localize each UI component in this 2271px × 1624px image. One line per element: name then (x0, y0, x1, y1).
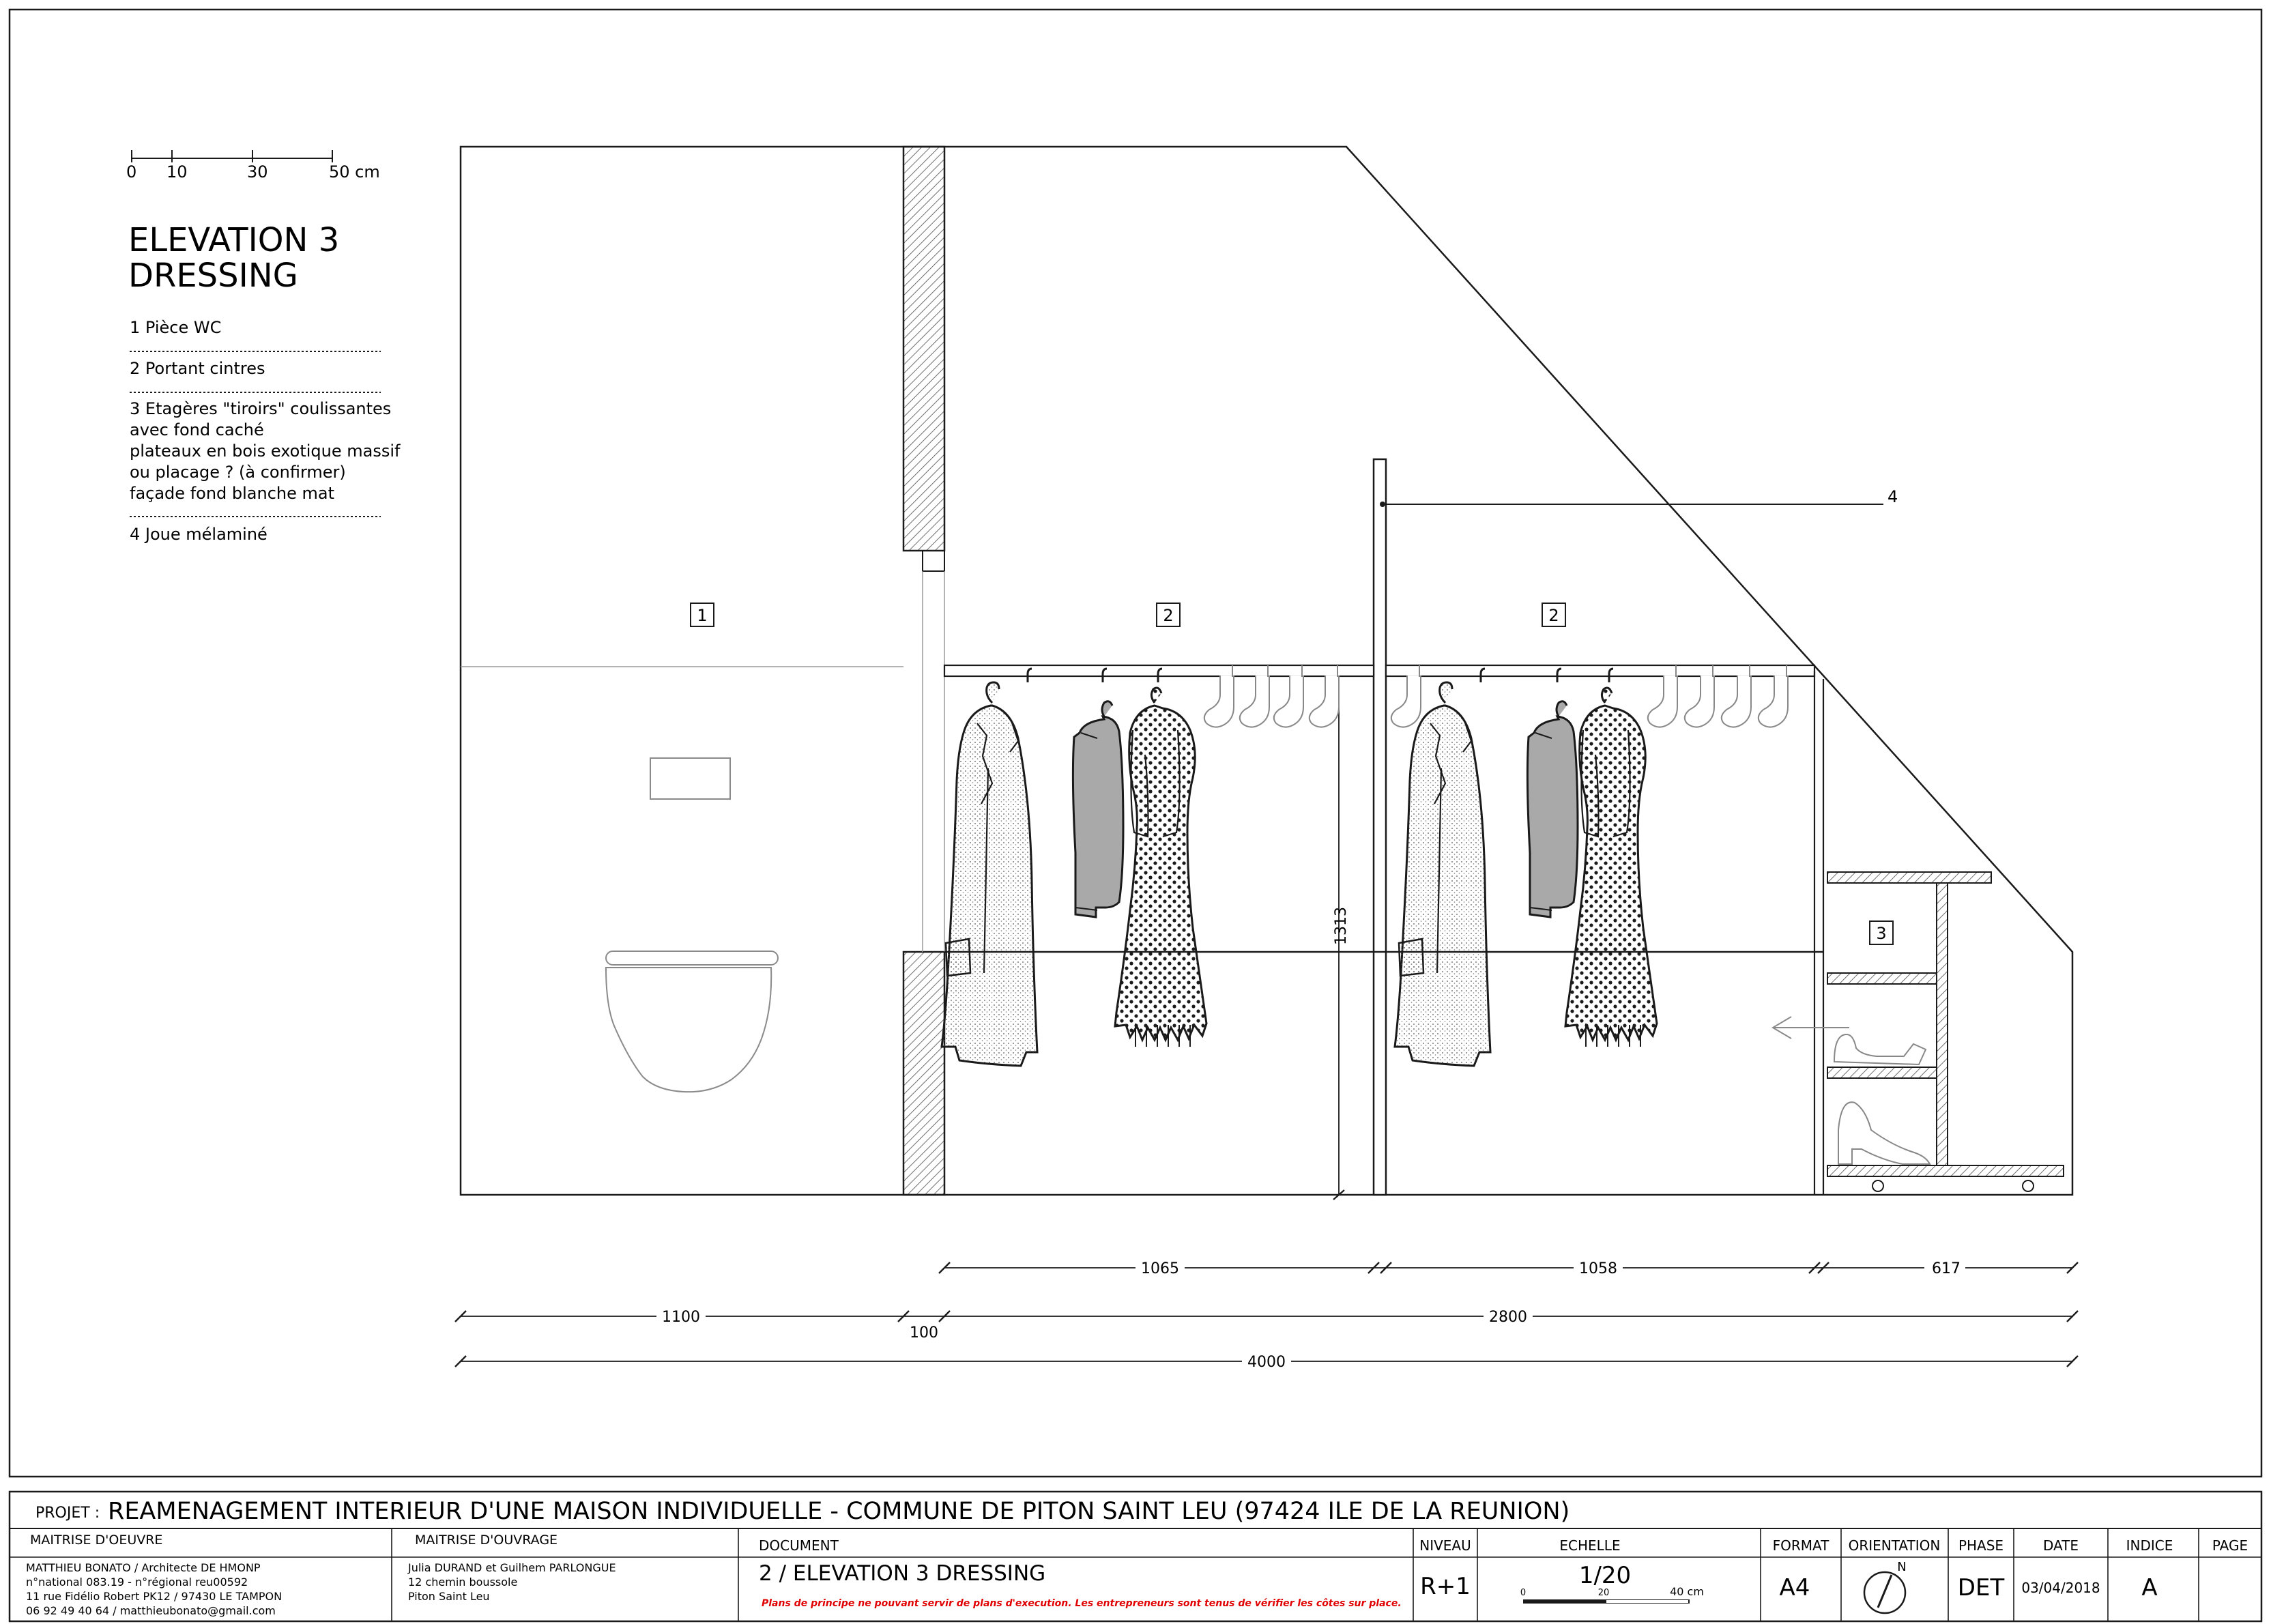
echelle-tick-20: 20 (1598, 1588, 1610, 1598)
legend-item-3-line5: façade fond blanche mat (130, 484, 334, 503)
toilet-bowl-icon (605, 951, 779, 1093)
north-arrow-icon: N (1863, 1560, 1907, 1614)
echelle-tick-40: 40 cm (1670, 1585, 1704, 1598)
moe-label: MAITRISE D'OEUVRE (30, 1533, 162, 1548)
dimension-617: 617 (1932, 1260, 1961, 1277)
dimension-100: 100 (910, 1324, 938, 1342)
scale-tick-30: 30 (247, 162, 268, 182)
legend-item-3-line3: plateaux en bois exotique massif (130, 441, 401, 461)
indice-value: A (2141, 1574, 2157, 1601)
projet-label: PROJET : (35, 1505, 100, 1522)
legend: ELEVATION 3 DRESSING 1 Pièce WC 2 Portan… (128, 221, 401, 544)
niveau-value: R+1 (1420, 1573, 1471, 1600)
echelle-value: 1/20 (1579, 1562, 1631, 1589)
scale-bar: 0 10 30 50 cm (126, 150, 380, 182)
indice-label: INDICE (2126, 1537, 2173, 1554)
legend-item-1: 1 Pièce WC (130, 318, 221, 337)
phase-label: PHASE (1958, 1537, 2004, 1554)
date-value: 03/04/2018 (2021, 1580, 2100, 1596)
format-label: FORMAT (1773, 1537, 1830, 1554)
format-value: A4 (1780, 1574, 1810, 1601)
scale-tick-10: 10 (167, 162, 188, 182)
clothes-right (1390, 665, 1789, 1067)
mo-line2: 12 chemin boussole (408, 1576, 517, 1589)
elevation-drawing: 1313 1 2 2 3 4 (459, 145, 2074, 1200)
legend-item-2: 2 Portant cintres (130, 359, 265, 378)
moe-line2: n°national 083.19 - n°régional reu00592 (26, 1576, 248, 1589)
dimension-1065: 1065 (1141, 1260, 1179, 1277)
orientation-label: ORIENTATION (1849, 1537, 1941, 1554)
dimension-1058: 1058 (1579, 1260, 1617, 1277)
north-label: N (1897, 1560, 1906, 1574)
slide-direction-arrow-icon (1771, 1016, 1849, 1039)
moe-line1: MATTHIEU BONATO / Architecte DE HMONP (26, 1561, 261, 1574)
echelle-label: ECHELLE (1559, 1537, 1620, 1554)
dimension-1100: 1100 (662, 1309, 700, 1326)
moe-line4: 06 92 49 40 64 / matthieubonato@gmail.co… (26, 1604, 276, 1617)
moe-line3: 11 rue Fidélio Robert PK12 / 97430 LE TA… (26, 1590, 282, 1603)
echelle-tick-0: 0 (1520, 1588, 1526, 1598)
legend-item-4: 4 Joue mélaminé (130, 525, 267, 544)
dimension-labels: 1065 1058 617 1100 100 2800 4000 (656, 1258, 1965, 1371)
document-title: 2 / ELEVATION 3 DRESSING (759, 1561, 1045, 1586)
partition-wall-lower (902, 951, 946, 1196)
mo-label: MAITRISE D'OUVRAGE (415, 1533, 558, 1548)
dimension-4000: 4000 (1247, 1354, 1286, 1371)
projet-title: REAMENAGEMENT INTERIEUR D'UNE MAISON IND… (108, 1498, 1570, 1525)
shoe-icon (1833, 1033, 1927, 1066)
date-label: DATE (2043, 1537, 2079, 1554)
niveau-label: NIVEAU (1419, 1537, 1471, 1554)
tag-rail-right: 2 (1548, 606, 1559, 625)
high-heel-icon (1838, 1101, 1931, 1165)
flush-plate (650, 757, 731, 800)
tag-shelves: 3 (1876, 924, 1886, 943)
legend-item-3-line2: avec fond caché (130, 420, 264, 439)
scale-tick-0: 0 (126, 162, 136, 182)
legend-title-line2: DRESSING (128, 257, 298, 295)
legend-title-line1: ELEVATION 3 (128, 221, 339, 259)
scale-tick-50: 50 cm (329, 162, 380, 182)
drawing-sheet: 0 10 30 50 cm ELEVATION 3 DRESSING 1 Piè… (8, 8, 2263, 1623)
title-block: PROJET : REAMENAGEMENT INTERIEUR D'UNE M… (8, 1490, 2263, 1623)
melamine-side-panel (1372, 458, 1387, 1196)
tag-wc: 1 (697, 606, 707, 625)
document-label: DOCUMENT (759, 1537, 839, 1554)
dimension-height-rail: 1313 (1333, 907, 1350, 945)
mo-line1: Julia DURAND et Guilhem PARLONGUE (407, 1561, 616, 1574)
partition-wall-upper (902, 145, 946, 552)
dimension-2800: 2800 (1489, 1309, 1527, 1326)
clothes-left (940, 665, 1340, 1067)
sliding-shelves-unit (1771, 871, 2064, 1192)
page-label: PAGE (2212, 1537, 2248, 1554)
tag-side-panel: 4 (1887, 487, 1898, 506)
tag-rail-left: 2 (1163, 606, 1173, 625)
document-warning: Plans de principe ne pouvant servir de p… (762, 1598, 1402, 1609)
phase-value: DET (1958, 1574, 2005, 1601)
legend-item-3-line1: 3 Etagères "tiroirs" coulissantes (130, 399, 391, 418)
mo-line3: Piton Saint Leu (408, 1590, 490, 1603)
legend-item-3-line4: ou placage ? (à confirmer) (130, 463, 346, 482)
